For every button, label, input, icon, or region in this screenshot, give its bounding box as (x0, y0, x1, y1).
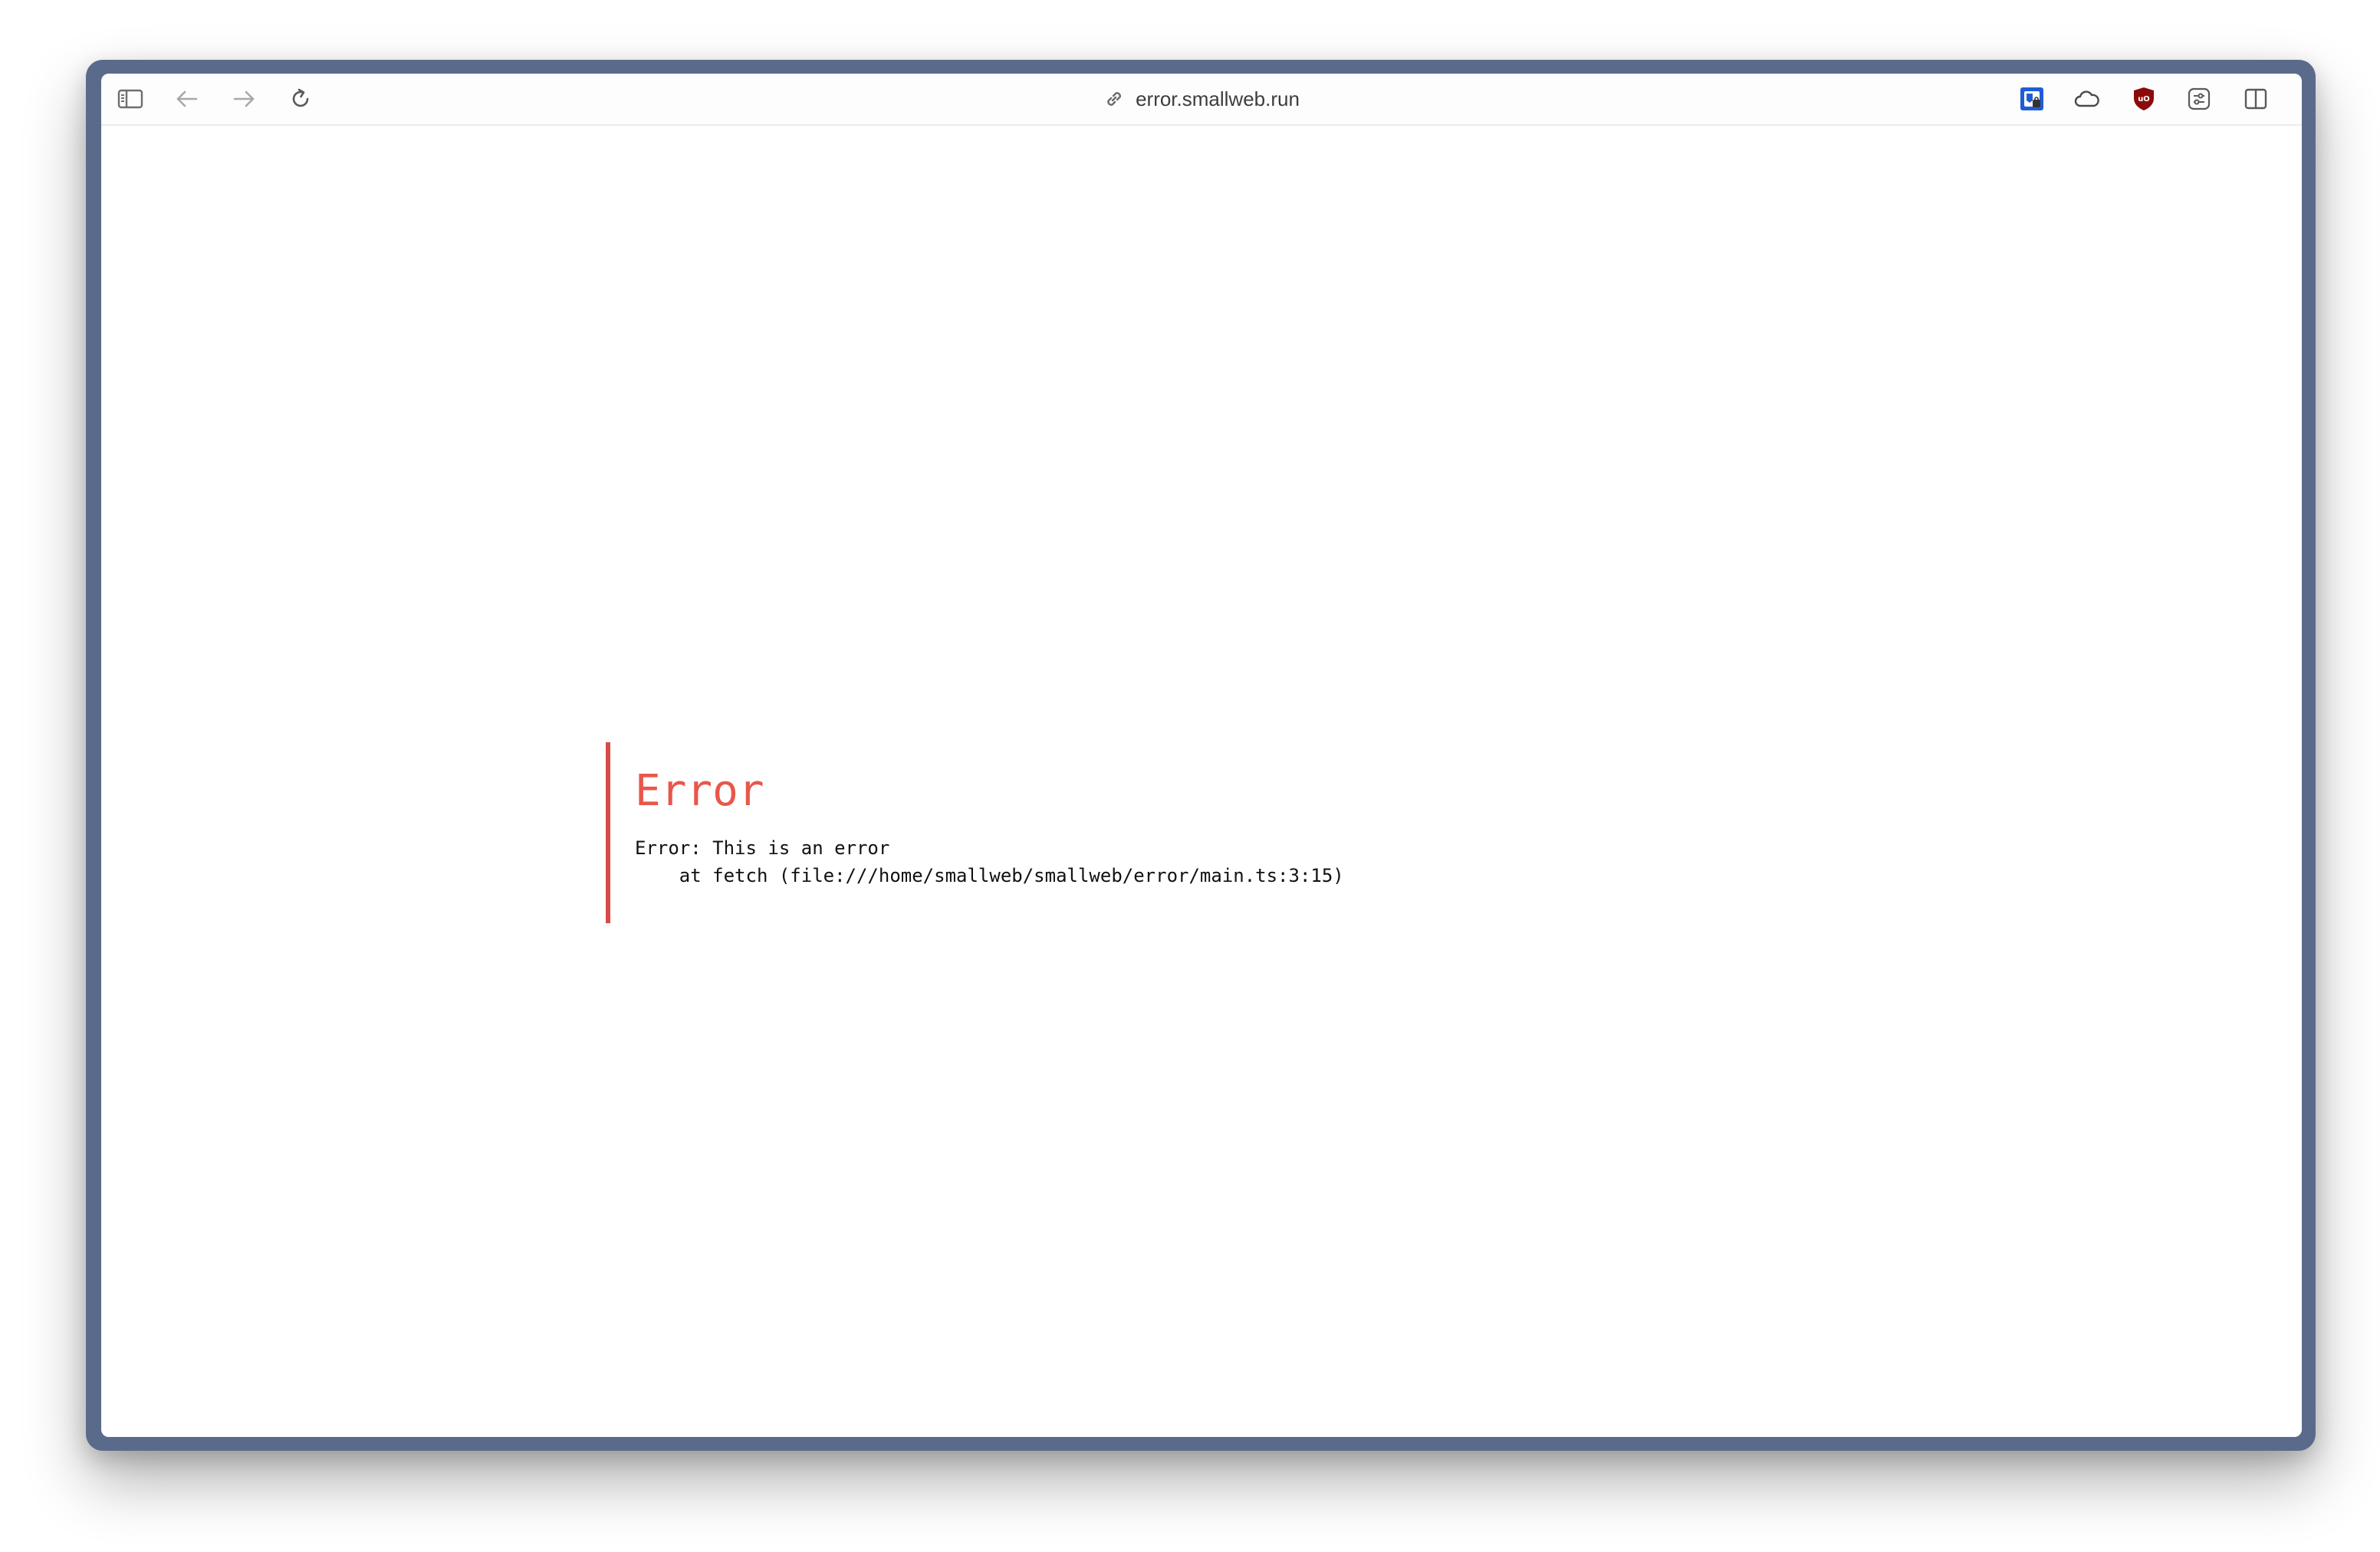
sidebar-toggle-button[interactable] (115, 84, 146, 114)
cloud-extension-button[interactable] (2072, 84, 2102, 114)
address-url: error.smallweb.run (1136, 87, 1300, 110)
reload-button[interactable] (285, 84, 316, 114)
reload-icon (289, 87, 312, 110)
error-stack-line: at fetch (file:///home/smallweb/smallweb… (635, 865, 1344, 886)
link-icon (1103, 88, 1125, 110)
error-title: Error (635, 766, 764, 816)
extension-settings-button[interactable] (2184, 84, 2214, 114)
browser-toolbar: error.smallweb.run uO (101, 74, 2302, 126)
extension-settings-icon (2187, 87, 2211, 111)
error-stack-trace: Error: This is an error at fetch (file:/… (635, 834, 1526, 889)
forward-button[interactable] (228, 84, 259, 114)
error-message: Error: This is an error (635, 837, 890, 859)
ublock-origin-extension-icon: uO (2132, 86, 2156, 112)
browser-viewport: error.smallweb.run uO Error Error: This … (101, 74, 2302, 1437)
password-manager-extension-icon (2019, 86, 2045, 112)
password-manager-extension-button[interactable] (2017, 84, 2047, 114)
browser-window: error.smallweb.run uO Error Error: This … (86, 60, 2316, 1451)
split-view-icon (2244, 87, 2268, 110)
back-button[interactable] (172, 84, 202, 114)
address-bar[interactable]: error.smallweb.run (1103, 74, 1300, 124)
ublock-origin-extension-button[interactable]: uO (2129, 84, 2159, 114)
split-view-button[interactable] (2240, 84, 2271, 114)
forward-arrow-icon (232, 88, 256, 110)
cloud-extension-icon (2073, 88, 2101, 110)
back-arrow-icon (175, 88, 199, 110)
sidebar-icon (117, 88, 143, 110)
svg-text:uO: uO (2138, 95, 2150, 104)
error-panel: Error Error: This is an error at fetch (… (606, 742, 1526, 923)
page-content: Error Error: This is an error at fetch (… (101, 126, 2302, 1437)
